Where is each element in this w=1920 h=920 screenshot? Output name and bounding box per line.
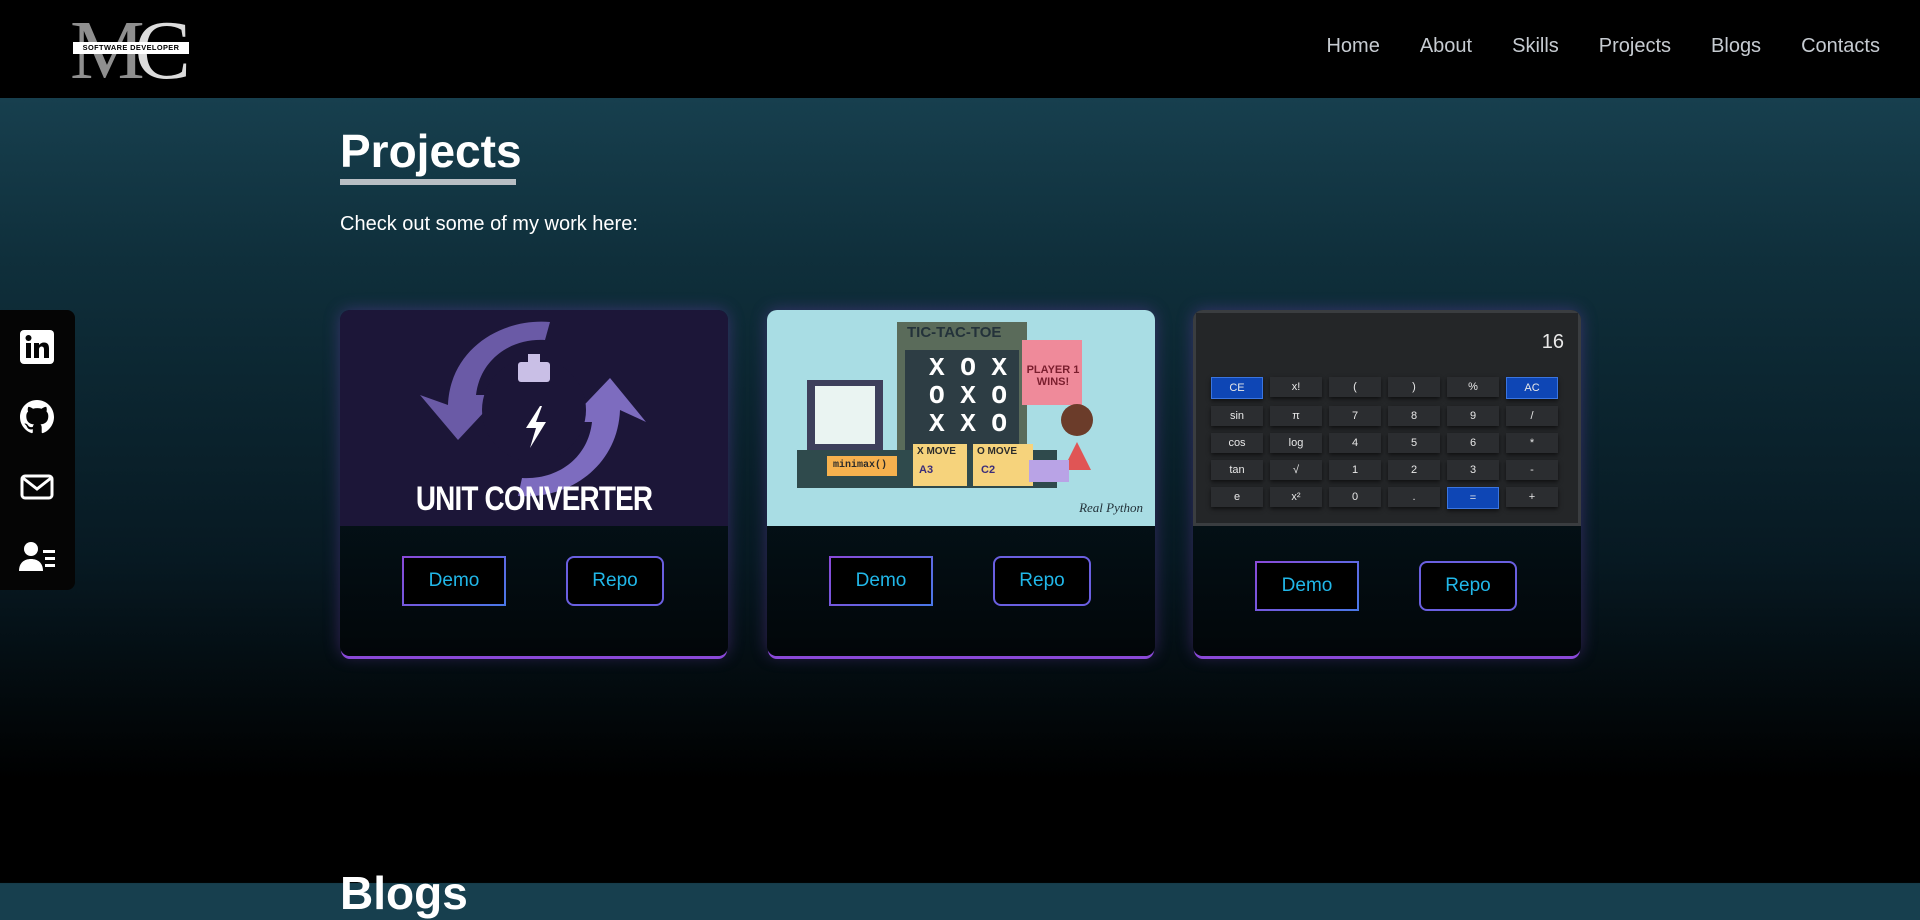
key-percent: % (1447, 377, 1499, 397)
key-2: 2 (1388, 460, 1440, 480)
key-multiply: * (1506, 433, 1558, 453)
key-minus: - (1506, 460, 1558, 480)
key-divide: / (1506, 406, 1558, 426)
player-wins-badge: PLAYER 1 WINS! (1026, 364, 1080, 388)
key-open-paren: ( (1329, 377, 1381, 397)
key-pi: π (1270, 406, 1322, 426)
nav-link-skills[interactable]: Skills (1512, 35, 1559, 58)
unit-converter-image: UNIT CONVERTER (340, 310, 728, 526)
o-cell-label: C2 (981, 464, 996, 476)
key-6: 6 (1447, 433, 1499, 453)
key-0: 0 (1329, 487, 1381, 507)
repo-button[interactable]: Repo (993, 556, 1091, 606)
nav-link-home[interactable]: Home (1326, 35, 1379, 58)
mail-icon[interactable] (18, 468, 56, 506)
key-ac: AC (1506, 377, 1558, 399)
projects-title: Projects (340, 125, 522, 177)
key-9: 9 (1447, 406, 1499, 426)
x-cell-label: A3 (919, 464, 934, 476)
key-plus: + (1506, 487, 1558, 507)
key-7: 7 (1329, 406, 1381, 426)
logo[interactable]: MC SOFTWARE DEVELOPER (70, 6, 192, 96)
linkedin-icon[interactable] (18, 328, 56, 366)
x-move-label: X MOVE (917, 446, 956, 457)
calculator-keypad: CE x! ( ) % AC sin π 7 8 9 / cos log 4 5… (1211, 377, 1563, 509)
repo-button[interactable]: Repo (566, 556, 664, 606)
social-sidebar (0, 310, 75, 590)
navbar: MC SOFTWARE DEVELOPER Home About Skills … (0, 0, 1920, 98)
key-3: 3 (1447, 460, 1499, 480)
key-dot: . (1388, 487, 1440, 507)
key-e: e (1211, 487, 1263, 507)
key-4: 4 (1329, 433, 1381, 453)
demo-button[interactable]: Demo (1255, 561, 1359, 611)
key-cos: cos (1211, 433, 1263, 453)
project-card-unit-converter: UNIT CONVERTER Demo Repo (340, 310, 728, 656)
key-8: 8 (1388, 406, 1440, 426)
key-close-paren: ) (1388, 377, 1440, 397)
demo-button[interactable]: Demo (829, 556, 933, 606)
key-equals: = (1447, 487, 1499, 509)
key-sin: sin (1211, 406, 1263, 426)
calculator-image: 16 CE x! ( ) % AC sin π 7 8 9 / cos log … (1193, 310, 1581, 526)
unit-converter-label: UNIT CONVERTER (415, 480, 653, 518)
contact-card-icon[interactable] (18, 538, 56, 576)
title-underline (340, 179, 516, 185)
github-icon[interactable] (18, 398, 56, 436)
repo-button[interactable]: Repo (1419, 561, 1517, 611)
nav-link-about[interactable]: About (1420, 35, 1472, 58)
nav-link-blogs[interactable]: Blogs (1711, 35, 1761, 58)
logo-tagline: SOFTWARE DEVELOPER (73, 42, 189, 54)
o-move-label: O MOVE (977, 446, 1018, 457)
key-sqrt: √ (1270, 460, 1322, 480)
minimax-label: minimax() (833, 460, 888, 471)
key-5: 5 (1388, 433, 1440, 453)
project-card-calculator: 16 CE x! ( ) % AC sin π 7 8 9 / cos log … (1193, 310, 1581, 656)
key-factorial: x! (1270, 377, 1322, 397)
demo-button[interactable]: Demo (402, 556, 506, 606)
ttt-title: TIC-TAC-TOE (907, 324, 1002, 341)
key-log: log (1270, 433, 1322, 453)
projects-subtitle: Check out some of my work here: (340, 213, 638, 235)
key-tan: tan (1211, 460, 1263, 480)
key-square: x² (1270, 487, 1322, 507)
nav-link-contacts[interactable]: Contacts (1801, 35, 1880, 58)
blogs-title: Blogs (340, 867, 468, 919)
key-ce: CE (1211, 377, 1263, 399)
nav-link-projects[interactable]: Projects (1599, 35, 1671, 58)
tic-tac-toe-image: TIC-TAC-TOE X O XO X OX X O PLAYER 1 WIN… (767, 310, 1155, 526)
ttt-grid: X O XO X OX X O (929, 353, 1008, 439)
calculator-display: 16 (1541, 331, 1564, 353)
project-card-tic-tac-toe: TIC-TAC-TOE X O XO X OX X O PLAYER 1 WIN… (767, 310, 1155, 656)
real-python-brand: Real Python (1079, 500, 1143, 515)
nav-links: Home About Skills Projects Blogs Contact… (1326, 35, 1880, 58)
key-1: 1 (1329, 460, 1381, 480)
